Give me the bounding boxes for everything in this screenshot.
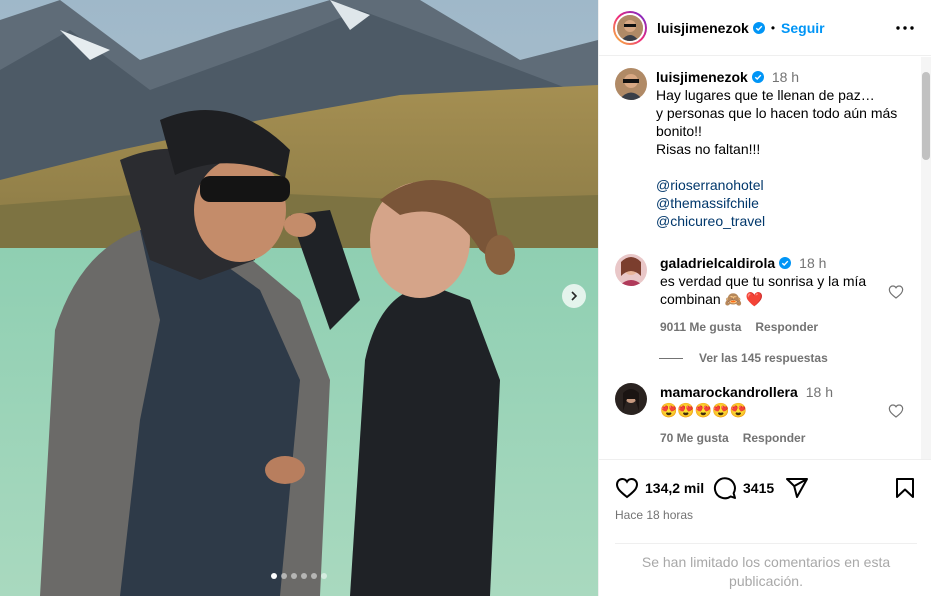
reply-button[interactable]: Responder — [755, 318, 818, 336]
scrollbar-thumb[interactable] — [922, 72, 930, 160]
next-photo-button[interactable] — [562, 284, 586, 308]
replies-divider — [659, 357, 683, 359]
carousel-dot — [291, 573, 297, 579]
comments-scroll-area[interactable]: luisjimenezok 18 h Hay lugares que te lle… — [599, 57, 931, 459]
story-ring[interactable] — [613, 10, 647, 45]
post-actions: 134,2 mil 3415 Hace 18 horas — [599, 459, 931, 544]
caption-username[interactable]: luisjimenezok — [656, 69, 748, 85]
carousel-dot — [271, 573, 277, 579]
comments-limited-notice: Se han limitado los comentarios en esta … — [615, 543, 917, 593]
separator-dot: • — [770, 20, 776, 35]
like-count: 134,2 mil — [645, 480, 705, 496]
view-replies-button[interactable]: Ver las 145 respuestas — [659, 351, 828, 365]
comment-likes[interactable]: 9011 Me gusta — [660, 318, 741, 336]
heart-icon[interactable] — [888, 403, 904, 419]
comment-text: es verdad que tu sonrisa y la mía combin… — [660, 273, 867, 307]
comment-button[interactable]: 3415 — [713, 476, 774, 500]
avatar — [615, 12, 645, 43]
comment-time: 18 h — [799, 255, 827, 271]
comment-item: mamarockandrollera 18 h 😍😍😍😍😍 70 Me gusta… — [615, 383, 915, 447]
follow-button[interactable]: Seguir — [781, 20, 825, 36]
post-side-panel: luisjimenezok • Seguir luisjimenezok 18 h… — [598, 0, 931, 596]
verified-icon — [751, 71, 764, 83]
verified-icon — [752, 21, 765, 34]
mention-link[interactable]: @themassifchile — [656, 194, 915, 212]
more-options-icon[interactable] — [895, 18, 915, 38]
mention-link[interactable]: @chicureo_travel — [656, 212, 915, 230]
chevron-right-icon — [571, 291, 578, 301]
post-header: luisjimenezok • Seguir — [599, 0, 931, 56]
carousel-indicator — [0, 573, 598, 579]
heart-icon — [615, 477, 639, 499]
avatar[interactable] — [615, 68, 647, 100]
comment-likes[interactable]: 70 Me gusta — [660, 429, 729, 447]
author-username[interactable]: luisjimenezok — [657, 20, 749, 36]
caption-line: y personas que lo hacen todo aún más bon… — [656, 105, 898, 139]
like-button[interactable]: 134,2 mil — [615, 476, 704, 500]
carousel-dot — [281, 573, 287, 579]
caption: luisjimenezok 18 h Hay lugares que te lle… — [615, 68, 915, 230]
caption-line: Risas no faltan!!! — [656, 141, 761, 157]
carousel-dot — [321, 573, 327, 579]
view-replies-label: Ver las 145 respuestas — [699, 351, 828, 365]
save-icon — [896, 478, 914, 498]
avatar[interactable] — [615, 254, 647, 286]
comment-item: galadrielcaldirola 18 h es verdad que tu … — [615, 254, 915, 336]
share-icon — [786, 478, 808, 498]
verified-icon — [779, 257, 792, 269]
caption-time: 18 h — [771, 69, 800, 85]
save-button[interactable] — [893, 476, 917, 500]
share-button[interactable] — [785, 476, 809, 500]
comment-username[interactable]: mamarockandrollera — [660, 384, 798, 400]
photo-scene — [0, 0, 598, 596]
comment-username[interactable]: galadrielcaldirola — [660, 255, 775, 271]
comment-text: 😍😍😍😍😍 — [660, 402, 748, 418]
comment-count: 3415 — [743, 480, 775, 496]
reply-button[interactable]: Responder — [743, 429, 806, 447]
carousel-dot — [311, 573, 317, 579]
avatar[interactable] — [615, 383, 647, 415]
post-photo[interactable] — [0, 0, 598, 596]
post-timestamp[interactable]: Hace 18 horas — [615, 508, 693, 522]
mention-link[interactable]: @rioserranohotel — [656, 176, 915, 194]
comment-icon — [713, 477, 736, 500]
heart-icon[interactable] — [888, 284, 904, 300]
carousel-dot — [301, 573, 307, 579]
caption-line: Hay lugares que te llenan de paz… — [656, 87, 875, 103]
comment-time: 18 h — [805, 384, 833, 400]
